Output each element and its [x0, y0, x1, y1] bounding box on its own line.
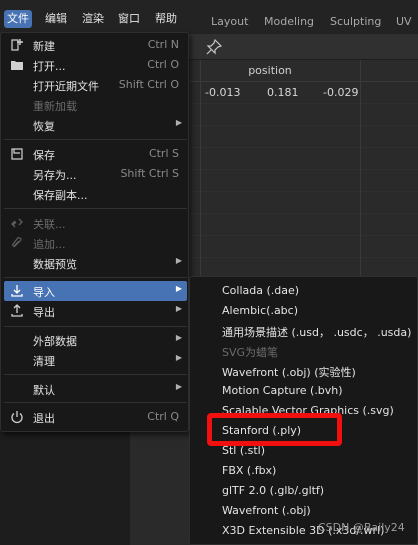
save-as-shortcut: Shift Ctrl S	[120, 167, 179, 180]
annotation-highlight-box	[207, 413, 342, 446]
save-shortcut: Ctrl S	[148, 147, 179, 160]
file-menu-clean-up[interactable]: 清理 ▶	[4, 350, 187, 370]
import-svg-grease-pencil: SVG为蜡笔	[222, 346, 279, 359]
file-menu-link: 关联...	[4, 213, 187, 233]
menu-file[interactable]: 文件	[4, 10, 32, 28]
open-label: 打开...	[33, 60, 66, 73]
menu-separator	[4, 139, 187, 140]
menu-window[interactable]: 窗口	[115, 10, 143, 28]
cell-y: 0.181	[267, 86, 299, 99]
import-wavefront-experimental[interactable]: Wavefront (.obj) (实验性)	[222, 364, 356, 380]
open-recent-shortcut: Shift Ctrl O	[118, 78, 179, 91]
import-collada[interactable]: Collada (.dae)	[222, 284, 299, 297]
append-icon	[12, 237, 22, 248]
file-menu-data-preview[interactable]: 数据预览 ▶	[4, 253, 187, 273]
link-icon	[11, 218, 23, 228]
file-menu-revert: 重新加载	[4, 95, 187, 115]
file-menu-external-data[interactable]: 外部数据 ▶	[4, 330, 187, 350]
clean-up-label: 清理	[33, 355, 55, 368]
file-menu-append: 追加...	[4, 233, 187, 253]
quit-shortcut: Ctrl Q	[147, 410, 179, 423]
submenu-arrow-icon: ▶	[175, 382, 182, 391]
top-menu-bar: 文件 编辑 渲染 窗口 帮助 Layout Modeling Sculpting…	[0, 0, 418, 50]
import-icon	[11, 285, 23, 297]
save-label: 保存	[33, 149, 55, 162]
pin-icon[interactable]	[206, 39, 222, 55]
revert-label: 重新加载	[33, 100, 77, 113]
file-menu-save-as[interactable]: 另存为... Shift Ctrl S	[4, 164, 187, 184]
submenu-arrow-icon: ▶	[175, 256, 182, 265]
export-icon	[11, 304, 23, 317]
file-menu-export[interactable]: 导出 ▶	[4, 301, 187, 321]
import-motion-capture[interactable]: Motion Capture (.bvh)	[222, 384, 343, 397]
column-header-position: position	[248, 64, 292, 77]
cell-z: -0.029	[323, 86, 359, 99]
external-data-label: 外部数据	[33, 335, 77, 348]
new-file-icon	[11, 39, 23, 51]
submenu-arrow-icon: ▶	[175, 284, 182, 293]
file-menu-defaults[interactable]: 默认 ▶	[4, 379, 187, 399]
menu-separator	[4, 374, 187, 375]
file-menu-new[interactable]: 新建 Ctrl N	[4, 35, 187, 55]
save-icon	[11, 148, 23, 160]
save-copy-label: 保存副本...	[33, 189, 88, 202]
file-menu-save-copy[interactable]: 保存副本...	[4, 184, 187, 204]
open-recent-label: 打开近期文件	[33, 80, 99, 93]
cell-x: -0.013	[205, 86, 241, 99]
submenu-arrow-icon: ▶	[175, 353, 182, 362]
menu-separator	[4, 402, 187, 403]
menu-edit[interactable]: 编辑	[42, 10, 70, 28]
menu-render[interactable]: 渲染	[79, 10, 107, 28]
file-menu-open-recent[interactable]: 打开近期文件 Shift Ctrl O	[4, 75, 187, 95]
menu-separator	[4, 208, 187, 209]
power-icon	[11, 411, 23, 424]
tab-layout[interactable]: Layout	[211, 11, 248, 33]
import-wavefront[interactable]: Wavefront (.obj)	[222, 504, 311, 517]
menu-separator	[4, 326, 187, 327]
link-label: 关联...	[33, 218, 66, 231]
import-fbx[interactable]: FBX (.fbx)	[222, 464, 276, 477]
import-submenu: Collada (.dae) Alembic(.abc) 通用场景描述 (.us…	[189, 276, 418, 545]
export-label: 导出	[33, 306, 55, 319]
new-label: 新建	[33, 40, 55, 53]
import-gltf[interactable]: glTF 2.0 (.glb/.gltf)	[222, 484, 324, 497]
folder-icon	[11, 61, 23, 70]
file-menu-quit[interactable]: 退出 Ctrl Q	[4, 407, 187, 427]
submenu-arrow-icon: ▶	[175, 304, 182, 313]
file-menu-import[interactable]: 导入 ▶	[4, 281, 187, 301]
open-shortcut: Ctrl O	[147, 58, 179, 71]
tab-uv-editing[interactable]: UV E	[396, 11, 418, 50]
menu-separator	[4, 277, 187, 278]
import-usd[interactable]: 通用场景描述 (.usd， .usdc， .usda)	[222, 324, 411, 340]
defaults-label: 默认	[33, 384, 55, 397]
data-preview-label: 数据预览	[33, 258, 77, 271]
quit-label: 退出	[33, 412, 55, 425]
recover-label: 恢复	[33, 120, 55, 133]
import-alembic[interactable]: Alembic(.abc)	[222, 304, 298, 317]
new-shortcut: Ctrl N	[147, 38, 179, 51]
watermark: CSDN @Baily24	[318, 521, 405, 534]
file-menu-save[interactable]: 保存 Ctrl S	[4, 144, 187, 164]
tab-sculpting[interactable]: Sculpting	[330, 11, 381, 33]
file-menu-open[interactable]: 打开... Ctrl O	[4, 55, 187, 75]
append-label: 追加...	[33, 238, 66, 251]
file-menu-dropdown: 新建 Ctrl N 打开... Ctrl O 打开近期文件 Shift Ctrl…	[0, 32, 189, 432]
file-menu-recover[interactable]: 恢复 ▶	[4, 115, 187, 135]
submenu-arrow-icon: ▶	[175, 333, 182, 342]
import-label: 导入	[33, 286, 55, 299]
submenu-arrow-icon: ▶	[175, 118, 182, 127]
save-as-label: 另存为...	[33, 169, 77, 182]
tab-modeling[interactable]: Modeling	[264, 11, 314, 33]
menu-help[interactable]: 帮助	[152, 10, 180, 28]
